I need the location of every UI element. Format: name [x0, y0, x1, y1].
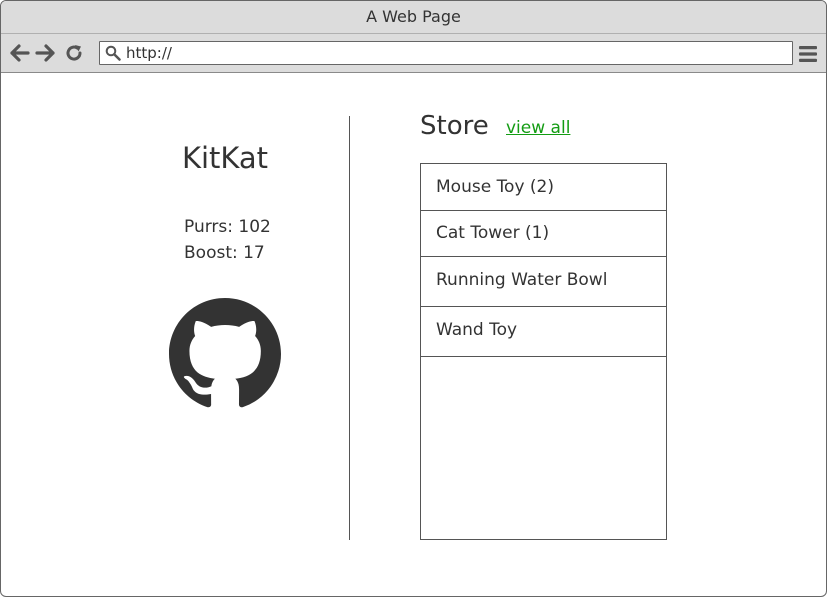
column-divider — [349, 116, 350, 540]
reload-icon — [66, 45, 82, 61]
boost-stat: Boost: 17 — [184, 243, 265, 263]
store-item-label: Cat Tower (1) — [436, 223, 550, 243]
back-button[interactable] — [10, 43, 30, 63]
hamburger-menu-icon — [799, 46, 817, 62]
store-item-mouse-toy[interactable]: Mouse Toy (2) — [421, 164, 666, 211]
browser-window: A Web Page http:// KitKat Purrs: 102 Boo… — [0, 0, 827, 597]
store-item-label: Running Water Bowl — [436, 270, 608, 290]
search-icon — [105, 45, 121, 61]
profile-stats: Purrs: 102 Boost: 17 — [184, 214, 271, 266]
store-item-label: Wand Toy — [436, 320, 518, 340]
forward-button[interactable] — [35, 43, 55, 63]
menu-button[interactable] — [798, 45, 818, 63]
github-octocat-icon — [169, 298, 281, 408]
view-all-link[interactable]: view all — [506, 118, 570, 138]
address-bar[interactable] — [99, 41, 793, 65]
store-item-wand-toy[interactable]: Wand Toy — [421, 307, 666, 357]
url-input[interactable] — [126, 44, 766, 62]
arrow-left-icon — [10, 44, 30, 62]
store-list: Mouse Toy (2) Cat Tower (1) Running Wate… — [420, 163, 667, 540]
store-item-cat-tower[interactable]: Cat Tower (1) — [421, 211, 666, 257]
store-title: Store — [420, 111, 489, 141]
arrow-right-icon — [35, 44, 55, 62]
purrs-stat: Purrs: 102 — [184, 217, 271, 237]
window-title: A Web Page — [1, 1, 826, 34]
profile-name: KitKat — [181, 141, 269, 175]
browser-toolbar — [1, 34, 826, 73]
reload-button[interactable] — [64, 43, 84, 63]
store-item-label: Mouse Toy (2) — [436, 177, 555, 197]
store-item-running-water-bowl[interactable]: Running Water Bowl — [421, 257, 666, 307]
page-content: KitKat Purrs: 102 Boost: 17 Store view a… — [1, 73, 826, 596]
